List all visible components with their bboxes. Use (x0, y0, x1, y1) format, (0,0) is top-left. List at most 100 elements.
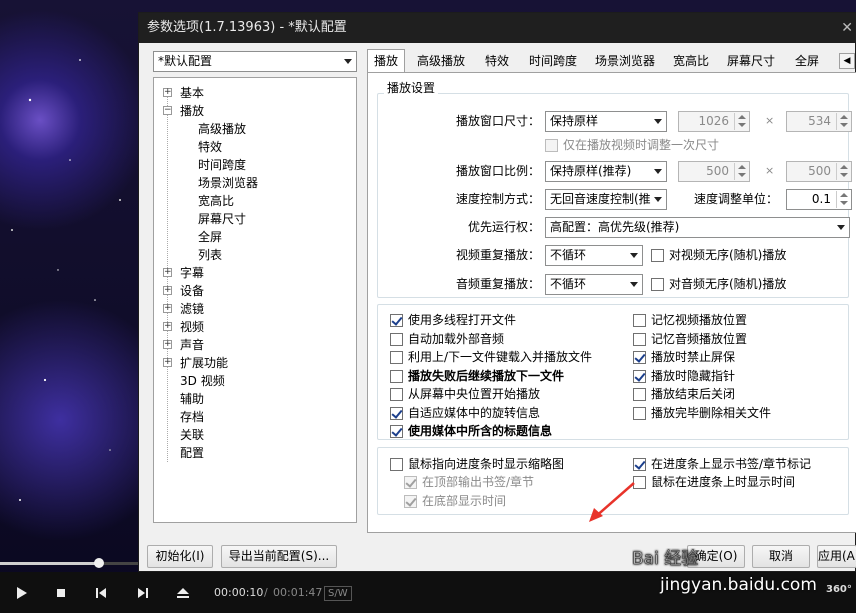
expand-icon[interactable]: + (163, 286, 172, 295)
option-checkbox[interactable]: 记忆音频播放位置 (633, 330, 747, 348)
stop-icon[interactable] (52, 584, 70, 602)
priority-select[interactable]: 高配置：高优先级(推荐) (545, 217, 850, 238)
tree-item[interactable]: 列表 (198, 246, 222, 264)
speed-select[interactable]: 无回音速度控制(推 (545, 189, 667, 210)
tree-item[interactable]: 屏幕尺寸 (198, 210, 246, 228)
tree-item[interactable]: 扩展功能 (180, 354, 228, 372)
spin-arrows-icon[interactable] (836, 113, 850, 130)
expand-icon[interactable]: + (163, 322, 172, 331)
seek-bar[interactable] (0, 553, 138, 573)
spin-arrows-icon[interactable] (836, 163, 850, 180)
thumbnail-checkbox[interactable]: 鼠标指向进度条时显示缩略图 (390, 455, 564, 473)
export-config-button[interactable]: 导出当前配置(S)... (221, 545, 337, 568)
option-checkbox[interactable]: 播放时隐藏指针 (633, 367, 735, 385)
seek-handle[interactable] (94, 558, 105, 568)
window-size-select[interactable]: 保持原样 (545, 111, 667, 132)
aspect-height-spin[interactable]: 500 (786, 161, 852, 182)
option-checkbox[interactable]: 记忆视频播放位置 (633, 311, 747, 329)
spin-arrows-icon[interactable] (734, 113, 748, 130)
spin-arrows-icon[interactable] (836, 191, 850, 208)
tree-item[interactable]: 字幕 (180, 264, 204, 282)
init-button[interactable]: 初始化(I) (147, 545, 213, 568)
option-checkbox[interactable]: 使用多线程打开文件 (390, 311, 516, 329)
tree-item[interactable]: 配置 (180, 444, 204, 462)
preferences-dialog: 参数选项(1.7.13963) - *默认配置 ✕ *默认配置 + 基本 − 播放 高级… (138, 12, 856, 572)
option-checkbox[interactable]: 播放结束后关闭 (633, 385, 735, 403)
video-random-checkbox[interactable]: 对视频无序(随机)播放 (651, 246, 786, 264)
tree-item[interactable]: 存档 (180, 408, 204, 426)
tree-item[interactable]: 3D 视频 (180, 372, 225, 390)
vr-360-icon[interactable]: 360° (826, 584, 852, 595)
aspect-select[interactable]: 保持原样(推荐) (545, 161, 667, 182)
audio-repeat-select[interactable]: 不循环 (545, 274, 643, 295)
video-repeat-label: 视频重复播放： (456, 248, 541, 262)
checkbox-icon (633, 314, 646, 327)
play-icon[interactable] (12, 584, 30, 602)
window-height-spin[interactable]: 534 (786, 111, 852, 132)
option-checkbox[interactable]: 利用上/下一文件键载入并播放文件 (390, 348, 592, 366)
tab-item[interactable]: 屏幕尺寸 (721, 51, 781, 72)
spin-arrows-icon[interactable] (734, 163, 748, 180)
option-checkbox[interactable]: 使用媒体中所含的标题信息 (390, 422, 552, 440)
option-checkbox[interactable]: 播放时禁止屏保 (633, 348, 735, 366)
renderer-mode-badge[interactable]: S/W (324, 586, 352, 601)
tab-item[interactable]: 播放 (367, 49, 405, 73)
tree-item[interactable]: 辅助 (180, 390, 204, 408)
profile-select[interactable]: *默认配置 (153, 51, 357, 72)
tree-item[interactable]: 声音 (180, 336, 204, 354)
tab-scroll-left-icon[interactable]: ◀ (839, 53, 855, 69)
window-width-spin[interactable]: 1026 (678, 111, 750, 132)
collapse-icon[interactable]: − (163, 106, 172, 115)
expand-icon[interactable]: + (163, 268, 172, 277)
bottom-time-checkbox[interactable]: 在底部显示时间 (404, 492, 506, 510)
tree-item[interactable]: 播放 (180, 102, 204, 120)
previous-icon[interactable] (92, 584, 110, 602)
tree-item[interactable]: 场景浏览器 (198, 174, 258, 192)
top-bookmark-checkbox[interactable]: 在顶部输出书签/章节 (404, 473, 534, 491)
tree-item[interactable]: 设备 (180, 282, 204, 300)
video-repeat-select[interactable]: 不循环 (545, 245, 643, 266)
dialog-titlebar: 参数选项(1.7.13963) - *默认配置 ✕ (139, 13, 856, 43)
aspect-value: 保持原样(推荐) (550, 164, 632, 178)
adjust-once-checkbox[interactable]: 仅在播放视频时调整一次尺寸 (545, 136, 719, 154)
show-time-checkbox[interactable]: 鼠标在进度条上时显示时间 (633, 473, 795, 491)
settings-tree[interactable]: + 基本 − 播放 高级播放 特效 时间跨度 场景浏览器 宽高比 屏幕尺寸 全屏 列表 + 字幕 + 设备 + 滤… (153, 77, 357, 523)
tree-item[interactable]: 特效 (198, 138, 222, 156)
expand-icon[interactable]: + (163, 304, 172, 313)
tree-item[interactable]: 宽高比 (198, 192, 234, 210)
group-title: 播放设置 (384, 81, 439, 95)
tree-item[interactable]: 高级播放 (198, 120, 246, 138)
option-checkbox[interactable]: 自适应媒体中的旋转信息 (390, 404, 540, 422)
close-icon[interactable]: ✕ (841, 13, 853, 43)
tab-item[interactable]: 宽高比 (667, 51, 715, 72)
eject-icon[interactable] (174, 584, 192, 602)
tab-item[interactable]: 特效 (477, 51, 517, 72)
tab-item[interactable]: 高级播放 (411, 51, 471, 72)
tab-item[interactable]: 时间跨度 (523, 51, 583, 72)
tab-item[interactable]: 场景浏览器 (589, 51, 661, 72)
expand-icon[interactable]: + (163, 358, 172, 367)
window-width-value: 1026 (698, 114, 729, 128)
tree-item[interactable]: 滤镜 (180, 300, 204, 318)
aspect-width-spin[interactable]: 500 (678, 161, 750, 182)
priority-label: 优先运行权： (468, 220, 541, 234)
expand-icon[interactable]: + (163, 340, 172, 349)
option-checkbox[interactable]: 播放完毕删除相关文件 (633, 404, 771, 422)
audio-random-checkbox[interactable]: 对音频无序(随机)播放 (651, 275, 786, 293)
time-separator: / (264, 586, 268, 599)
tree-item[interactable]: 关联 (180, 426, 204, 444)
option-checkbox[interactable]: 自动加载外部音频 (390, 330, 504, 348)
show-bookmarks-checkbox[interactable]: 在进度条上显示书签/章节标记 (633, 455, 811, 473)
option-checkbox[interactable]: 从屏幕中央位置开始播放 (390, 385, 540, 403)
tab-item[interactable]: 全屏 (787, 51, 827, 72)
tree-item[interactable]: 基本 (180, 84, 204, 102)
tree-item[interactable]: 全屏 (198, 228, 222, 246)
expand-icon[interactable]: + (163, 88, 172, 97)
audio-repeat-label: 音频重复播放： (456, 277, 541, 291)
option-checkbox[interactable]: 播放失败后继续播放下一文件 (390, 367, 564, 385)
apply-button[interactable]: 应用(A) (817, 545, 856, 568)
tree-item[interactable]: 时间跨度 (198, 156, 246, 174)
tree-item[interactable]: 视频 (180, 318, 204, 336)
speed-unit-spin[interactable]: 0.1 (786, 189, 852, 210)
next-icon[interactable] (134, 584, 152, 602)
